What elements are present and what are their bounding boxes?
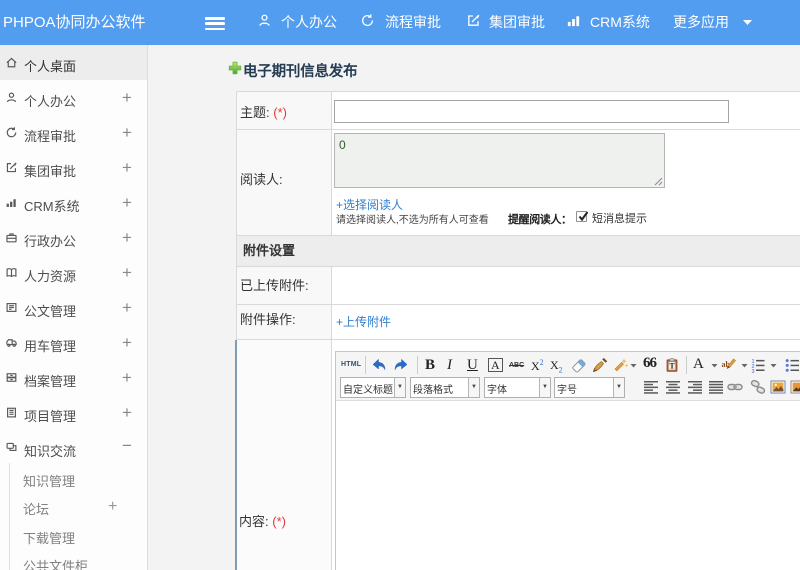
svg-text:T: T [669, 362, 675, 371]
svg-text:3: 3 [752, 369, 755, 373]
